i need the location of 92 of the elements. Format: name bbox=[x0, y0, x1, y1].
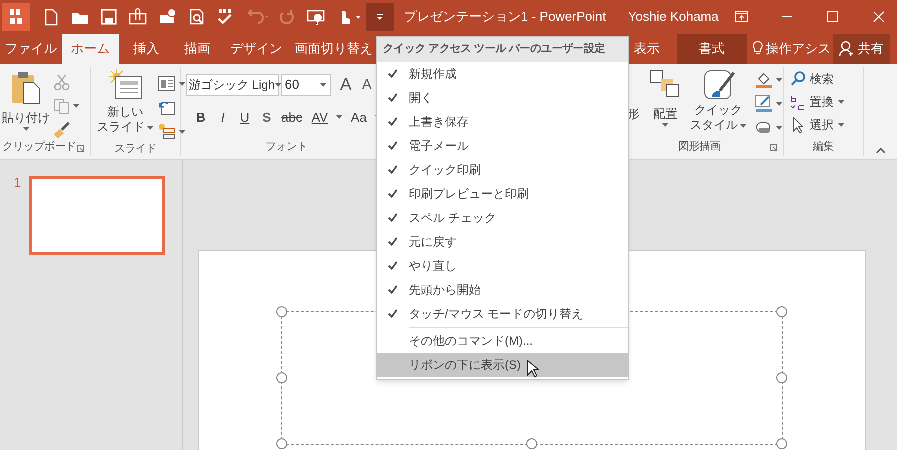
close-icon[interactable] bbox=[872, 11, 885, 23]
addin-icon[interactable] bbox=[2, 3, 30, 31]
caret-icon bbox=[740, 124, 747, 128]
group-label: 編集 bbox=[813, 140, 834, 155]
menu-item[interactable]: リボンの下に表示(S) bbox=[377, 353, 628, 377]
dropdown-caret-icon bbox=[275, 82, 282, 87]
launcher-icon bbox=[77, 145, 85, 153]
caret-icon bbox=[179, 82, 186, 86]
caret-icon bbox=[776, 126, 783, 130]
arrange-button[interactable]: 配置 bbox=[648, 69, 682, 138]
customize-button[interactable] bbox=[366, 3, 394, 31]
person-add-icon bbox=[839, 41, 855, 57]
caret-icon bbox=[147, 126, 154, 130]
caret-icon bbox=[838, 100, 845, 104]
caret-icon bbox=[73, 104, 80, 108]
fill-bucket-icon[interactable] bbox=[755, 71, 773, 89]
clipboard-icon bbox=[10, 71, 42, 105]
caret-icon bbox=[662, 123, 669, 127]
shapes-button[interactable]: 形 bbox=[628, 105, 640, 123]
menu-item[interactable]: 新規作成 bbox=[377, 62, 628, 86]
menu-item[interactable]: 電子メール bbox=[377, 134, 628, 158]
ribbon-display-icon[interactable] bbox=[734, 11, 749, 23]
menu-item[interactable]: 上書き保存 bbox=[377, 110, 628, 134]
menu-item[interactable]: 印刷プレビューと印刷 bbox=[377, 182, 628, 206]
caret-icon bbox=[336, 115, 343, 120]
group-label: フォント bbox=[266, 140, 308, 155]
menu-item[interactable]: 開く bbox=[377, 86, 628, 110]
tell-me-field[interactable]: 操作アシス bbox=[766, 39, 831, 59]
find-button[interactable]: 検索 bbox=[790, 69, 863, 89]
font-name-field[interactable]: 游ゴシック Ligh bbox=[186, 74, 279, 96]
caret-icon bbox=[179, 130, 186, 134]
caret-icon bbox=[776, 78, 783, 82]
menu-item[interactable]: その他のコマンド(M)... bbox=[377, 329, 628, 353]
dropdown-caret-icon bbox=[320, 82, 327, 87]
new-slide-button[interactable]: 新しい スライド bbox=[97, 69, 154, 141]
maximize-icon[interactable] bbox=[826, 11, 839, 23]
font-style-button[interactable]: S bbox=[258, 108, 276, 127]
font-style-button[interactable]: I bbox=[214, 108, 232, 127]
section-icon[interactable] bbox=[158, 124, 176, 140]
window-title: プレゼンテーション1 - PowerPoint bbox=[404, 8, 606, 26]
ribbon-tab[interactable]: 画面切り替え bbox=[292, 34, 376, 64]
caret-icon bbox=[22, 127, 30, 131]
ribbon-tab[interactable]: 表示 bbox=[629, 34, 665, 64]
menu-item[interactable]: やり直し bbox=[377, 254, 628, 278]
menu-item[interactable]: 先頭から開始 bbox=[377, 278, 628, 302]
launcher-icon bbox=[770, 144, 778, 152]
quick-styles-button[interactable]: クイック スタイル bbox=[690, 69, 747, 138]
replace-button[interactable]: 置換 bbox=[790, 92, 863, 112]
ribbon-tab[interactable]: 挿入 bbox=[119, 34, 174, 64]
lightbulb-icon bbox=[753, 41, 763, 57]
paperclip-icon[interactable] bbox=[128, 8, 148, 26]
slide-sun-icon bbox=[108, 69, 142, 101]
font-style-button[interactable]: abc bbox=[280, 108, 304, 127]
share-button[interactable]: 共有 bbox=[833, 34, 890, 64]
ribbon-tab[interactable]: 描画 bbox=[174, 34, 221, 64]
collapse-ribbon-icon[interactable] bbox=[876, 148, 886, 154]
ribbon-tab[interactable]: デザイン bbox=[221, 34, 292, 64]
font-style-button[interactable]: U bbox=[236, 108, 254, 127]
layout-icon[interactable] bbox=[158, 76, 176, 92]
magnifier-page-icon[interactable] bbox=[188, 8, 206, 26]
menu-header: クイック アクセス ツール バーのユーザー設定 bbox=[377, 37, 628, 62]
search-icon bbox=[790, 71, 806, 87]
caret-icon bbox=[838, 123, 845, 127]
ribbon-tab[interactable]: ファイル bbox=[0, 34, 62, 64]
save-icon[interactable] bbox=[100, 8, 118, 26]
font-style-button[interactable]: B bbox=[192, 108, 210, 127]
shrink-font-button[interactable]: A bbox=[359, 74, 375, 96]
slide-thumbnail[interactable] bbox=[29, 176, 166, 255]
ribbon-tab[interactable]: 書式 bbox=[677, 34, 747, 64]
menu-item[interactable]: クイック印刷 bbox=[377, 158, 628, 182]
dropdown-icon[interactable] bbox=[376, 13, 384, 21]
presentation-icon[interactable] bbox=[306, 8, 326, 26]
reset-icon[interactable] bbox=[158, 100, 176, 116]
paintbrush-icon[interactable] bbox=[54, 122, 70, 138]
select-button[interactable]: 選択 bbox=[790, 115, 863, 135]
menu-item[interactable]: スペル チェック bbox=[377, 206, 628, 230]
brush-card-icon bbox=[702, 69, 736, 101]
pen-outline-icon[interactable] bbox=[755, 95, 773, 113]
slide-number: 1 bbox=[14, 176, 22, 189]
group-label: スライド bbox=[114, 142, 156, 157]
spell-check-icon[interactable] bbox=[216, 8, 234, 26]
group-label: クリップボード bbox=[2, 140, 76, 156]
user-name: Yoshie Kohama bbox=[628, 8, 719, 26]
group-label: 図形描画 bbox=[678, 140, 720, 155]
font-size-field[interactable]: 60 bbox=[281, 74, 331, 96]
menu-item[interactable]: 元に戻す bbox=[377, 230, 628, 254]
grow-font-button[interactable]: A bbox=[337, 72, 355, 98]
font-style-button[interactable]: AV bbox=[308, 108, 332, 127]
caret-icon bbox=[776, 102, 783, 106]
menu-item[interactable]: タッチ/マウス モードの切り替え bbox=[377, 302, 628, 326]
ribbon-tab[interactable]: ホーム bbox=[62, 34, 119, 64]
font-style-button[interactable]: Aa bbox=[347, 108, 371, 127]
